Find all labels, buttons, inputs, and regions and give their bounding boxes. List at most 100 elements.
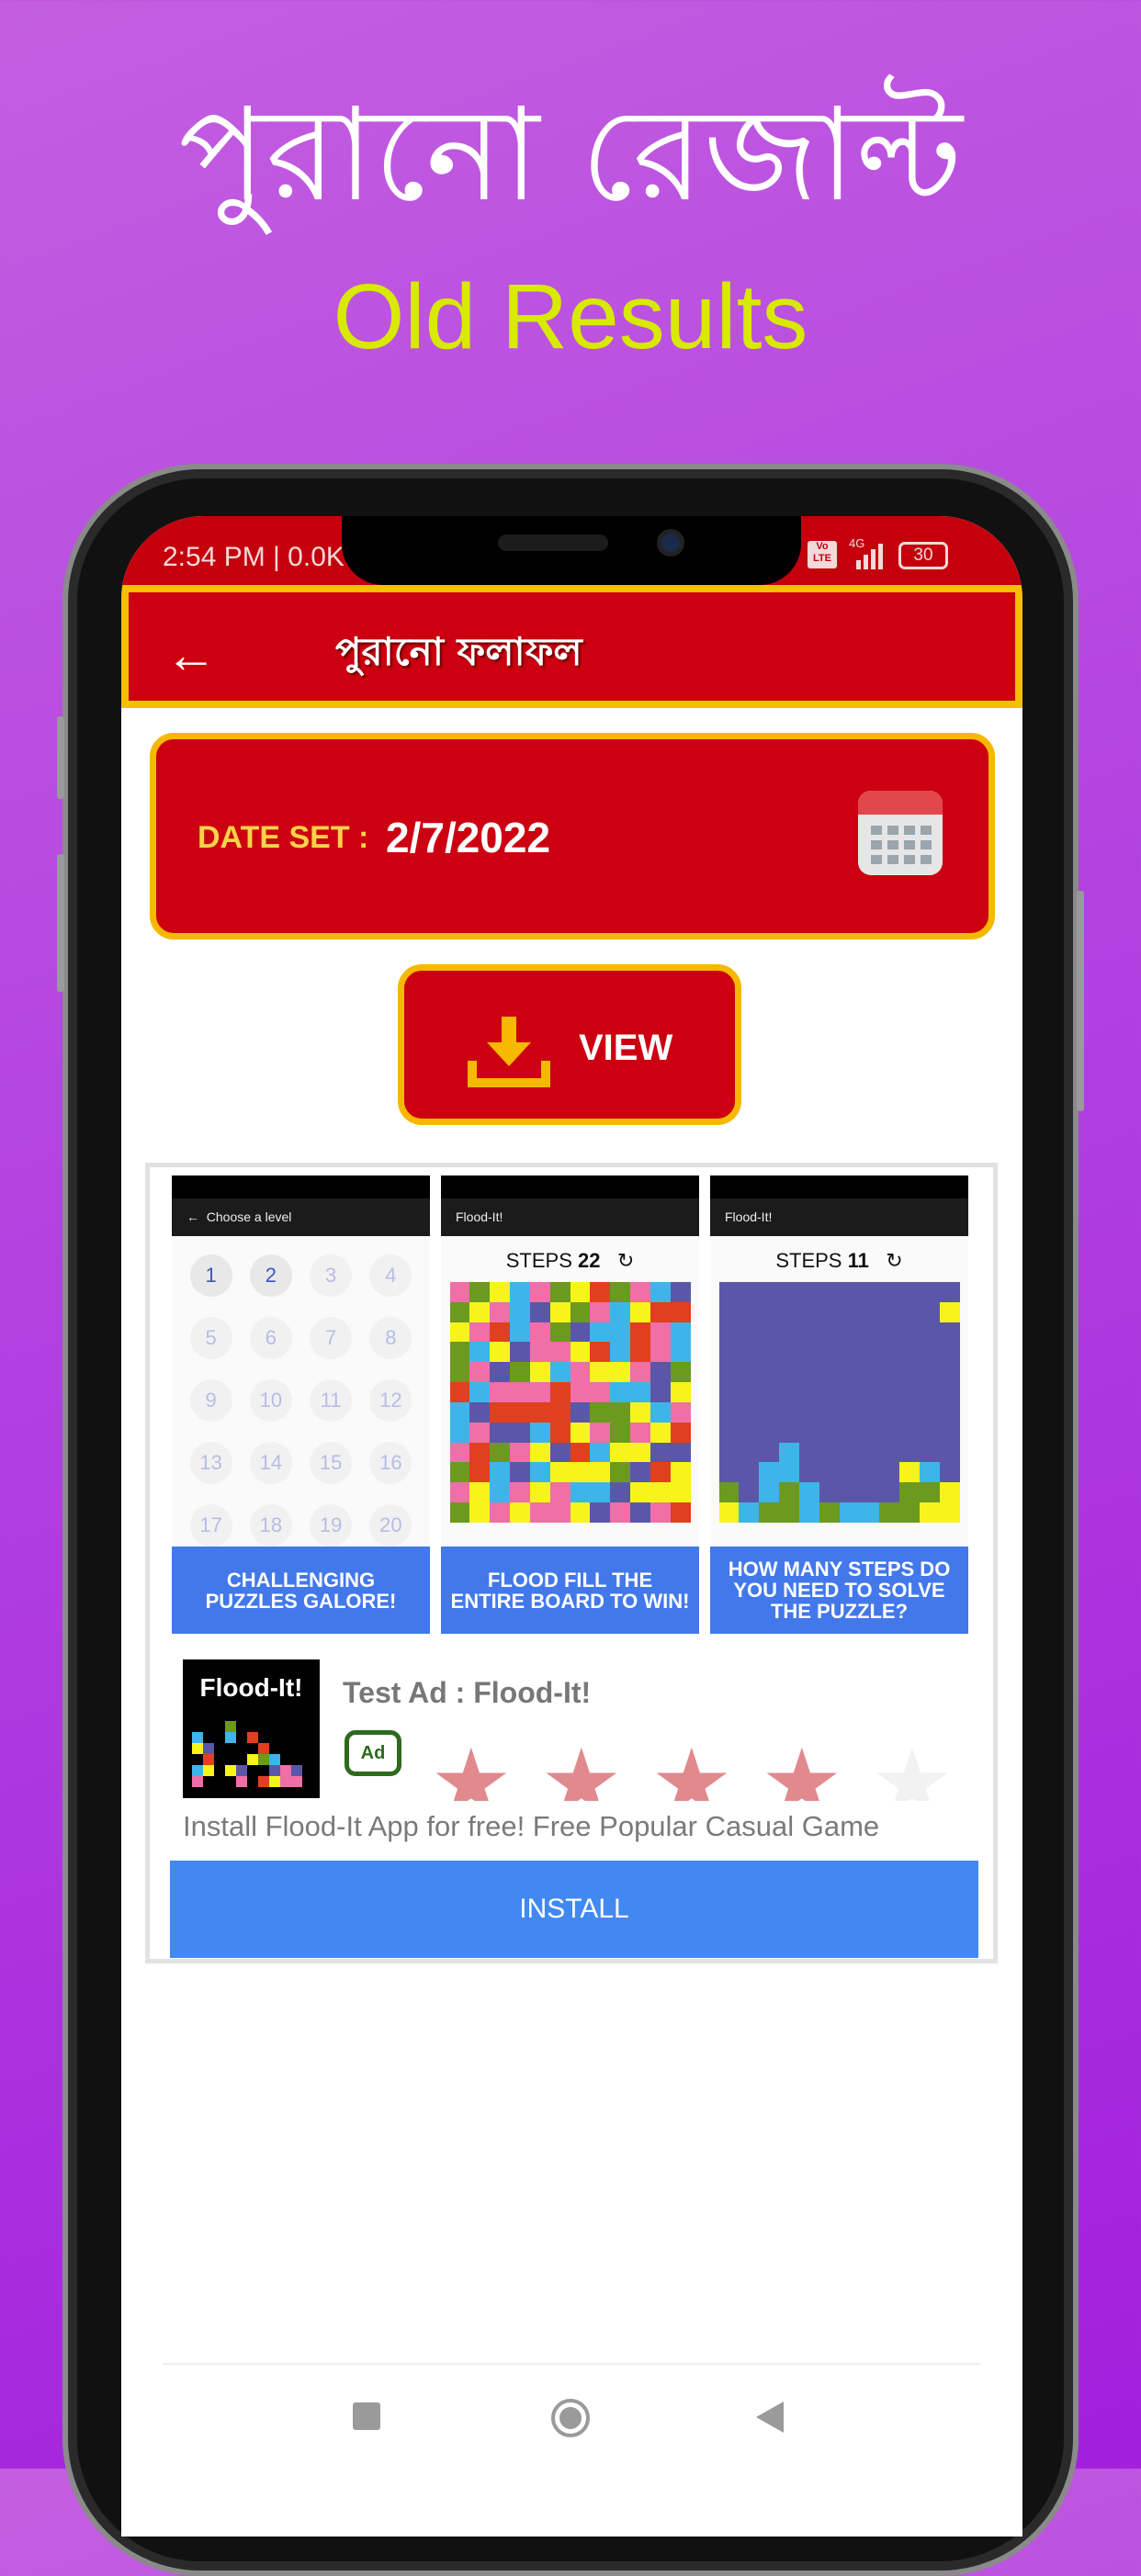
- board-cell: [510, 1401, 530, 1423]
- board-cell: [510, 1482, 530, 1503]
- board-cell: [650, 1322, 671, 1343]
- board-cell: [670, 1282, 691, 1302]
- board-cell: [549, 1442, 570, 1463]
- board-cell: [490, 1301, 510, 1322]
- icon-pixel: [225, 1721, 236, 1732]
- board-cell: [469, 1301, 491, 1322]
- board-cell: [759, 1482, 779, 1503]
- board-cell: [650, 1362, 671, 1383]
- board-cell: [510, 1462, 530, 1483]
- date-value: 2/7/2022: [386, 814, 551, 861]
- board-cell: [839, 1342, 860, 1363]
- date-picker-box[interactable]: DATE SET : 2/7/2022: [150, 733, 995, 939]
- board-cell: [570, 1362, 591, 1383]
- board-cell: [718, 1442, 740, 1463]
- board-cell: [610, 1482, 630, 1503]
- recents-icon[interactable]: [353, 2402, 380, 2430]
- board-cell: [779, 1482, 799, 1503]
- board-cell: [670, 1401, 691, 1423]
- icon-pixel: [203, 1754, 214, 1765]
- board-cell: [919, 1282, 940, 1302]
- board-cell: [819, 1342, 840, 1363]
- board-cell: [630, 1342, 650, 1363]
- board-cell: [590, 1401, 611, 1423]
- icon-pixel: [269, 1776, 280, 1787]
- board-cell: [779, 1382, 799, 1402]
- board-cell: [798, 1482, 819, 1503]
- icon-pixel: [247, 1754, 258, 1765]
- flood-board: [449, 1282, 691, 1523]
- date-label: DATE SET :: [198, 820, 369, 855]
- board-cell: [939, 1442, 960, 1463]
- board-cell: [549, 1482, 570, 1503]
- board-cell: [490, 1342, 510, 1363]
- board-cell: [449, 1401, 470, 1423]
- board-cell: [549, 1422, 570, 1443]
- board-cell: [490, 1382, 510, 1402]
- board-cell: [650, 1282, 671, 1302]
- board-cell: [449, 1301, 470, 1322]
- board-cell: [630, 1301, 650, 1322]
- board-cell: [650, 1462, 671, 1483]
- board-cell: [739, 1322, 760, 1343]
- icon-pixel: [291, 1765, 302, 1776]
- board-cell: [899, 1382, 920, 1402]
- board-cell: [570, 1322, 591, 1343]
- ad-screenshot: ← Choose a level 1 2 3 4 5 6 7 8 9 10 11 12 13 14 15 16…: [172, 1176, 430, 1634]
- board-cell: [798, 1422, 819, 1443]
- board-cell: [879, 1502, 899, 1523]
- board-cell: [529, 1382, 550, 1402]
- board-cell: [490, 1482, 510, 1503]
- board-cell: [879, 1442, 899, 1463]
- board-cell: [919, 1362, 940, 1383]
- board-cell: [919, 1422, 940, 1443]
- board-cell: [549, 1382, 570, 1402]
- board-cell: [939, 1502, 960, 1523]
- board-cell: [590, 1482, 611, 1503]
- board-cell: [529, 1462, 550, 1483]
- board-cell: [779, 1282, 799, 1302]
- board-cell: [919, 1382, 940, 1402]
- board-cell: [879, 1482, 899, 1503]
- board-cell: [839, 1462, 860, 1483]
- board-cell: [510, 1442, 530, 1463]
- board-cell: [718, 1502, 740, 1523]
- arrow-left-icon[interactable]: ←: [165, 629, 217, 681]
- board-cell: [899, 1282, 920, 1302]
- view-button[interactable]: VIEW: [398, 964, 741, 1125]
- native-ad[interactable]: ← Choose a level 1 2 3 4 5 6 7 8 9 10 11 12 13 14 15 16…: [145, 1163, 998, 1963]
- home-icon[interactable]: [551, 2399, 590, 2437]
- board-cell: [529, 1322, 550, 1343]
- back-nav-icon[interactable]: [756, 2402, 785, 2433]
- ad-icon-text: Flood-It!: [199, 1673, 303, 1702]
- screenshot-header: Flood-It!: [710, 1198, 968, 1236]
- board-cell: [819, 1282, 840, 1302]
- board-cell: [449, 1502, 470, 1523]
- board-cell: [529, 1401, 550, 1423]
- icon-pixel: [236, 1765, 247, 1776]
- board-cell: [879, 1322, 899, 1343]
- board-cell: [779, 1462, 799, 1483]
- board-cell: [839, 1282, 860, 1302]
- ad-title[interactable]: Test Ad : Flood-It!: [343, 1676, 591, 1710]
- board-cell: [469, 1362, 491, 1383]
- board-cell: [449, 1382, 470, 1402]
- board-cell: [859, 1382, 880, 1402]
- ad-app-icon[interactable]: Flood-It!: [183, 1659, 320, 1798]
- install-button[interactable]: INSTALL: [170, 1861, 978, 1958]
- board-cell: [759, 1401, 779, 1423]
- board-cell: [549, 1362, 570, 1383]
- board-cell: [859, 1482, 880, 1503]
- board-cell: [739, 1462, 760, 1483]
- calendar-icon[interactable]: [858, 791, 943, 875]
- star-icon: ★: [430, 1737, 513, 1801]
- board-cell: [739, 1502, 760, 1523]
- page-title: পুরানো ফলাফল: [335, 629, 582, 674]
- battery-icon: 30: [898, 542, 948, 569]
- board-cell: [590, 1362, 611, 1383]
- board-cell: [510, 1362, 530, 1383]
- board-cell: [759, 1442, 779, 1463]
- board-cell: [650, 1382, 671, 1402]
- board-cell: [859, 1422, 880, 1443]
- phone-side-button: [1077, 891, 1084, 1111]
